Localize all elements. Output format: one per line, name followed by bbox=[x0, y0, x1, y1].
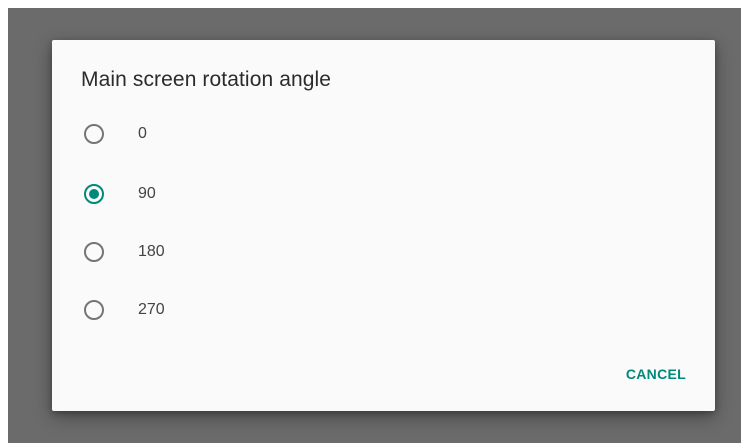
option-270[interactable]: 270 bbox=[72, 286, 692, 334]
radio-button-unchecked-icon[interactable] bbox=[84, 242, 104, 262]
option-label: 270 bbox=[138, 301, 165, 318]
option-label: 90 bbox=[138, 185, 156, 202]
option-0[interactable]: 0 bbox=[72, 110, 692, 158]
dialog-title: Main screen rotation angle bbox=[81, 68, 332, 91]
radio-button-checked-icon[interactable] bbox=[84, 184, 104, 204]
cancel-button[interactable]: CANCEL bbox=[626, 366, 686, 382]
option-label: 0 bbox=[138, 125, 147, 142]
rotation-angle-dialog: Main screen rotation angle 0 90 180 270 … bbox=[52, 40, 715, 411]
radio-button-unchecked-icon[interactable] bbox=[84, 300, 104, 320]
radio-button-unchecked-icon[interactable] bbox=[84, 124, 104, 144]
option-label: 180 bbox=[138, 243, 165, 260]
option-180[interactable]: 180 bbox=[72, 228, 692, 276]
option-90[interactable]: 90 bbox=[72, 170, 692, 218]
